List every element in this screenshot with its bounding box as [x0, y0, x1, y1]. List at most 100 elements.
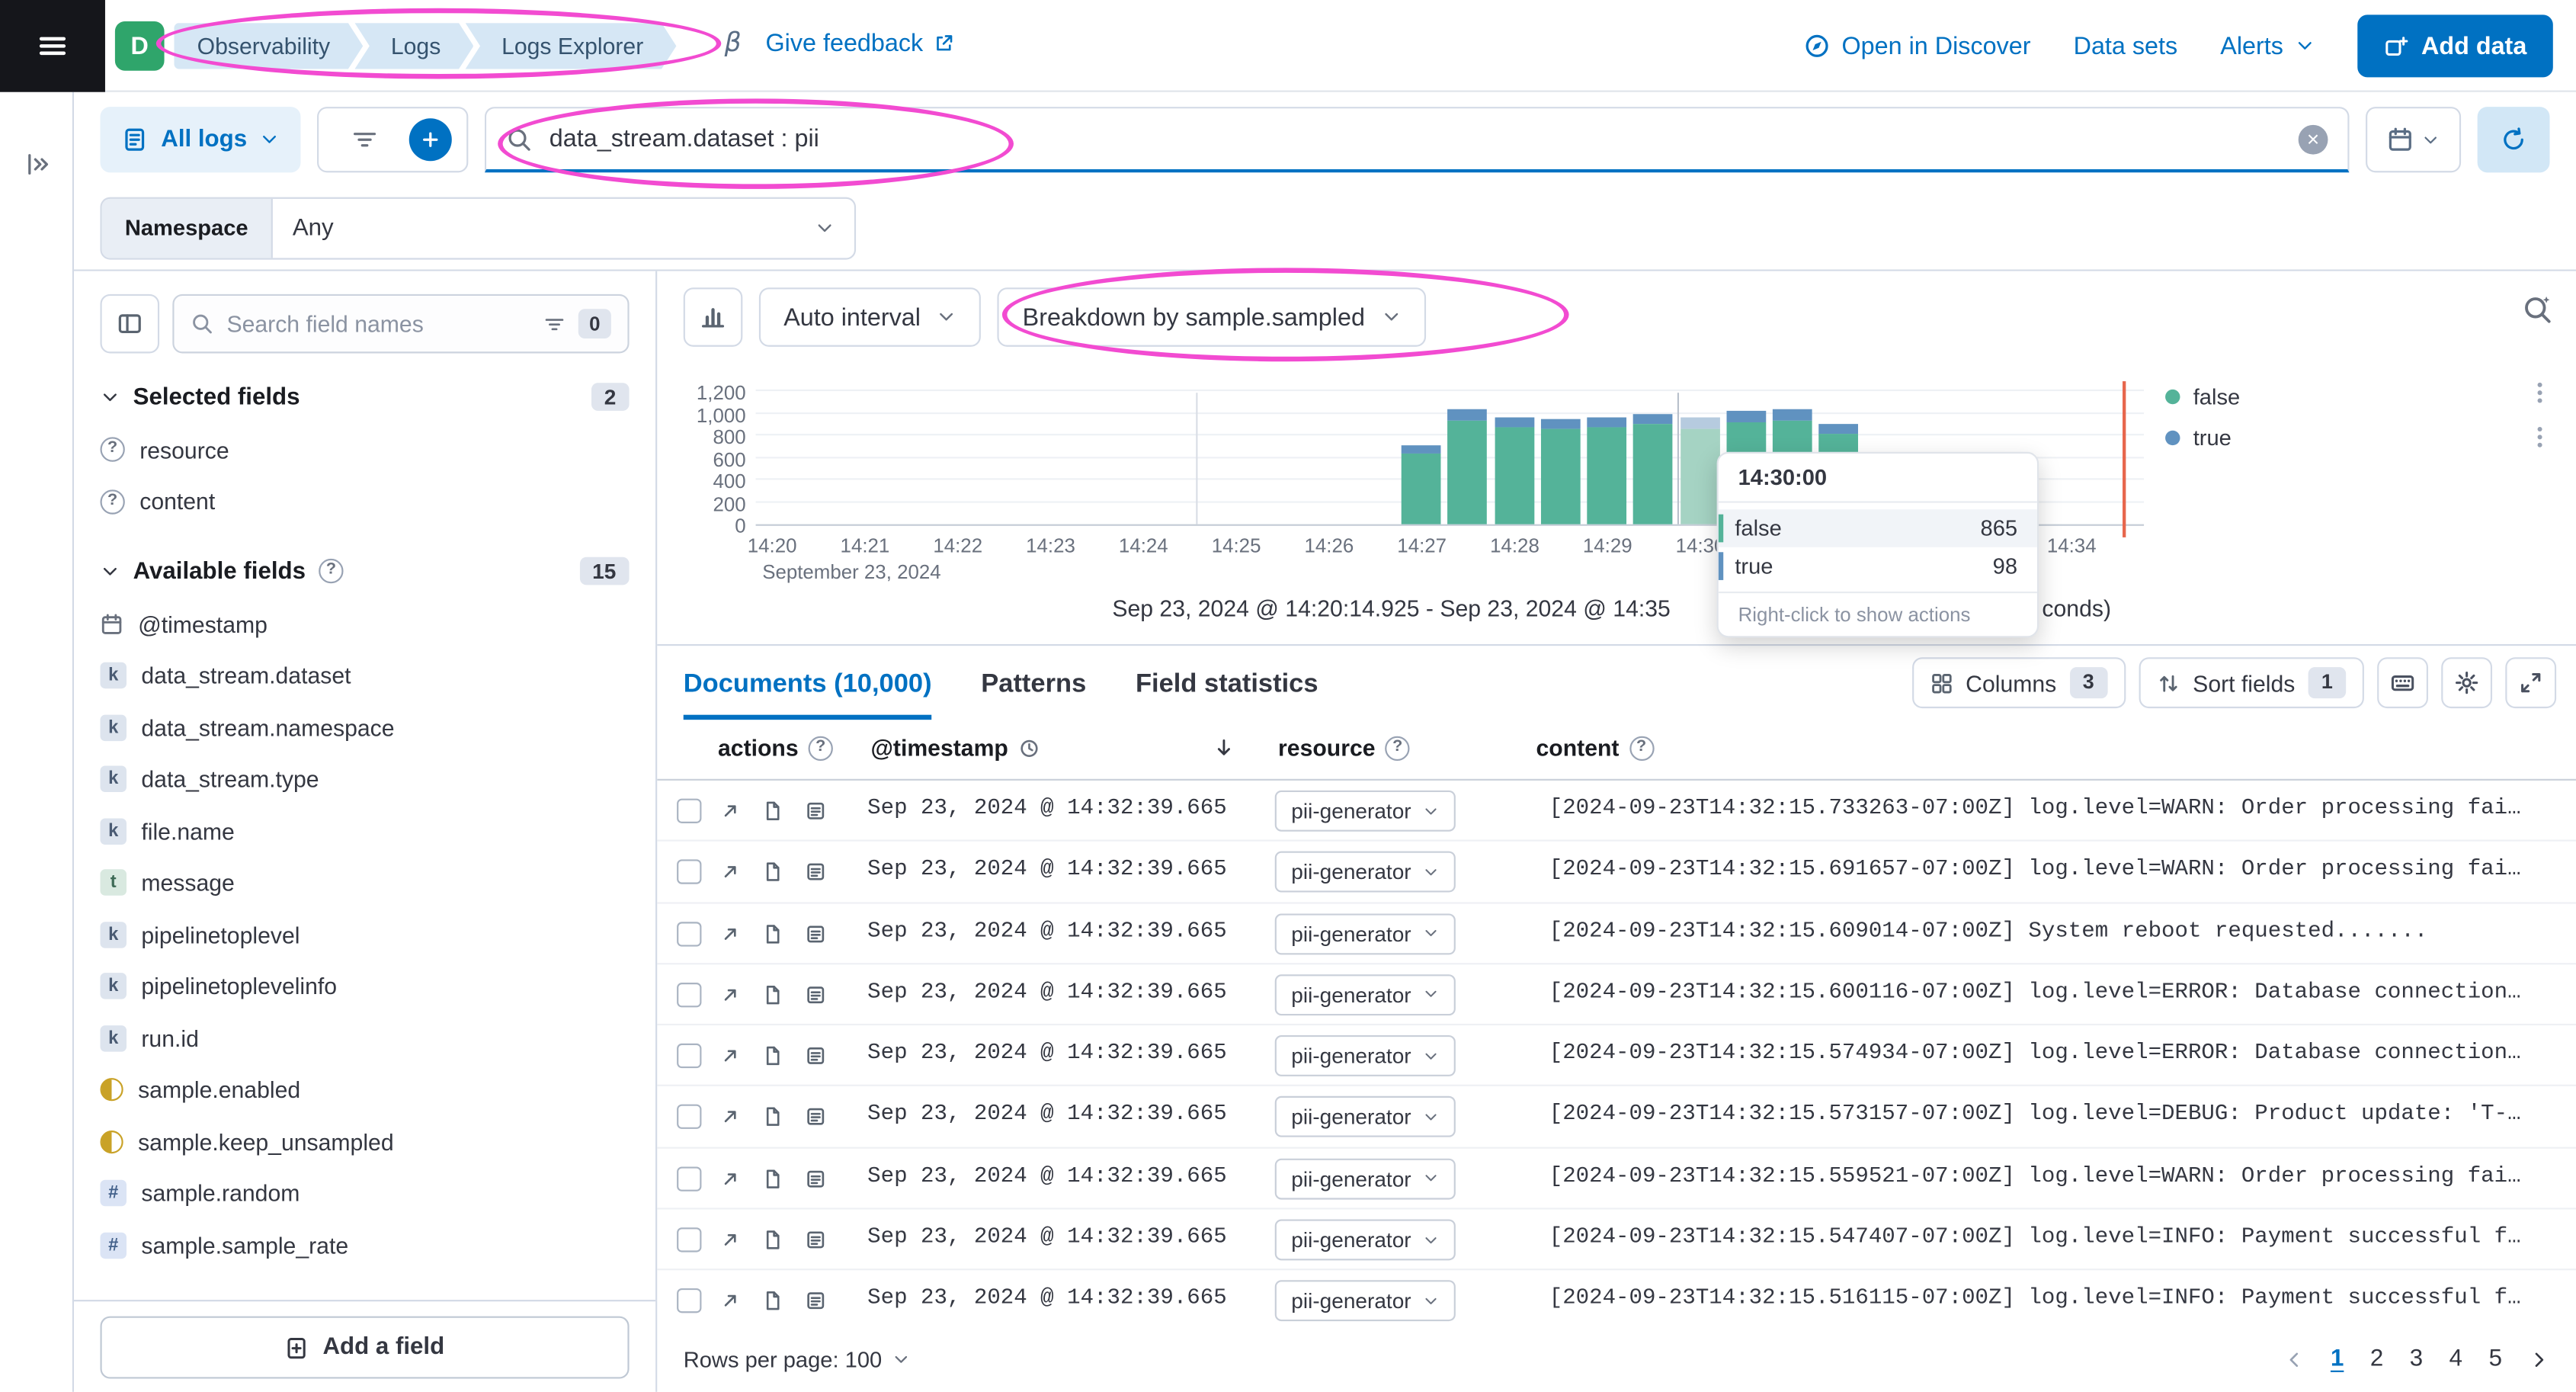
- resource-badge[interactable]: pii-generator: [1275, 1281, 1456, 1322]
- tab-documents-10-000[interactable]: Documents (10,000): [684, 670, 932, 720]
- histogram-bar[interactable]: [1680, 418, 1719, 524]
- expand-document-icon[interactable]: [719, 923, 741, 945]
- field-item[interactable]: krun.id: [100, 1012, 629, 1064]
- view-details-icon[interactable]: [805, 800, 826, 822]
- explore-data-button[interactable]: [2522, 294, 2553, 326]
- resource-badge[interactable]: pii-generator: [1275, 1097, 1456, 1138]
- refresh-button[interactable]: [2478, 107, 2550, 172]
- give-feedback-link[interactable]: Give feedback: [766, 30, 955, 58]
- alerts-menu[interactable]: Alerts: [2220, 32, 2315, 60]
- interval-select[interactable]: Auto interval: [759, 287, 982, 347]
- degraded-doc-icon[interactable]: [762, 1230, 783, 1251]
- degraded-doc-icon[interactable]: [762, 984, 783, 1006]
- available-fields-header[interactable]: Available fields ? 15: [100, 557, 629, 585]
- next-page-button[interactable]: [2528, 1349, 2549, 1370]
- clear-query-button[interactable]: ×: [2299, 124, 2328, 154]
- column-header-content[interactable]: content?: [1536, 735, 1653, 761]
- row-checkbox[interactable]: [677, 983, 701, 1007]
- chart-options-button[interactable]: [684, 287, 743, 347]
- histogram-bar[interactable]: [1587, 417, 1626, 524]
- field-item[interactable]: kpipelinetoplevelinfo: [100, 961, 629, 1012]
- expand-document-icon[interactable]: [719, 861, 741, 883]
- keyboard-shortcuts-button[interactable]: [2377, 657, 2428, 708]
- degraded-doc-icon[interactable]: [762, 1045, 783, 1066]
- expand-nav-button[interactable]: [14, 141, 60, 187]
- main-menu-button[interactable]: [0, 0, 105, 92]
- resource-badge[interactable]: pii-generator: [1275, 1035, 1456, 1076]
- field-search[interactable]: 0: [172, 294, 629, 354]
- histogram-bar[interactable]: [1402, 445, 1441, 524]
- degraded-doc-icon[interactable]: [762, 861, 783, 883]
- add-field-button[interactable]: Add a field: [100, 1317, 629, 1379]
- field-item[interactable]: kfile.name: [100, 805, 629, 857]
- row-checkbox[interactable]: [677, 921, 701, 945]
- degraded-doc-icon[interactable]: [762, 1107, 783, 1128]
- data-view-picker[interactable]: All logs: [100, 107, 301, 172]
- histogram-bar[interactable]: [1495, 417, 1534, 524]
- field-item[interactable]: sample.enabled: [100, 1064, 629, 1116]
- view-details-icon[interactable]: [805, 1045, 826, 1066]
- page-button-3[interactable]: 3: [2410, 1345, 2423, 1371]
- query-input[interactable]: data_stream.dataset : pii: [549, 125, 2282, 153]
- view-details-icon[interactable]: [805, 1107, 826, 1128]
- column-header-timestamp[interactable]: @timestamp: [870, 735, 1039, 761]
- document-row[interactable]: Sep 23, 2024 @ 14:32:39.665pii-generator…: [657, 1210, 2576, 1271]
- query-bar[interactable]: data_stream.dataset : pii ×: [485, 107, 2350, 172]
- expand-document-icon[interactable]: [719, 1230, 741, 1251]
- legend-options-icon[interactable]: [2526, 380, 2552, 406]
- rows-per-page-select[interactable]: Rows per page: 100: [684, 1347, 910, 1371]
- page-button-2[interactable]: 2: [2370, 1345, 2383, 1371]
- page-button-1[interactable]: 1: [2331, 1345, 2344, 1371]
- view-details-icon[interactable]: [805, 861, 826, 883]
- data-sets-link[interactable]: Data sets: [2074, 32, 2178, 60]
- column-header-resource[interactable]: resource?: [1278, 735, 1410, 761]
- expand-document-icon[interactable]: [719, 1045, 741, 1066]
- document-row[interactable]: Sep 23, 2024 @ 14:32:39.665pii-generator…: [657, 1148, 2576, 1209]
- row-checkbox[interactable]: [677, 860, 701, 884]
- field-item[interactable]: kdata_stream.dataset: [100, 650, 629, 702]
- document-row[interactable]: Sep 23, 2024 @ 14:32:39.665pii-generator…: [657, 1087, 2576, 1148]
- previous-page-button[interactable]: [2283, 1349, 2304, 1370]
- field-item[interactable]: tmessage: [100, 857, 629, 909]
- fields-panel-toggle-button[interactable]: [100, 294, 159, 354]
- document-row[interactable]: Sep 23, 2024 @ 14:32:39.665pii-generator…: [657, 1271, 2576, 1326]
- namespace-filter[interactable]: Namespace Any: [100, 197, 856, 260]
- expand-document-icon[interactable]: [719, 1107, 741, 1128]
- expand-document-icon[interactable]: [719, 1168, 741, 1189]
- resource-badge[interactable]: pii-generator: [1275, 1220, 1456, 1261]
- expand-document-icon[interactable]: [719, 1291, 741, 1312]
- document-row[interactable]: Sep 23, 2024 @ 14:32:39.665pii-generator…: [657, 842, 2576, 903]
- resource-badge[interactable]: pii-generator: [1275, 913, 1456, 954]
- add-data-button[interactable]: Add data: [2357, 14, 2553, 77]
- field-item[interactable]: sample.keep_unsampled: [100, 1116, 629, 1168]
- view-details-icon[interactable]: [805, 1291, 826, 1312]
- legend-options-icon[interactable]: [2526, 424, 2552, 450]
- space-avatar[interactable]: D: [115, 21, 165, 71]
- degraded-doc-icon[interactable]: [762, 800, 783, 822]
- document-row[interactable]: Sep 23, 2024 @ 14:32:39.665pii-generator…: [657, 964, 2576, 1025]
- field-item[interactable]: @timestamp: [100, 598, 629, 650]
- field-item[interactable]: kpipelinetoplevel: [100, 909, 629, 961]
- tab-patterns[interactable]: Patterns: [981, 670, 1086, 720]
- row-checkbox[interactable]: [677, 799, 701, 823]
- legend-item-true[interactable]: true: [2165, 425, 2240, 450]
- histogram-bar[interactable]: [1633, 414, 1673, 524]
- tab-field-statistics[interactable]: Field statistics: [1136, 670, 1318, 720]
- page-button-5[interactable]: 5: [2489, 1345, 2502, 1371]
- page-button-4[interactable]: 4: [2449, 1345, 2462, 1371]
- field-search-input[interactable]: [226, 310, 530, 336]
- breadcrumb-item[interactable]: Observability: [174, 23, 363, 69]
- legend-item-false[interactable]: false: [2165, 384, 2240, 409]
- open-in-discover-link[interactable]: Open in Discover: [1804, 32, 2031, 60]
- date-picker-button[interactable]: [2366, 107, 2461, 172]
- sort-fields-button[interactable]: Sort fields1: [2139, 657, 2364, 708]
- breadcrumb-item[interactable]: Logs: [354, 23, 473, 69]
- row-checkbox[interactable]: [677, 1227, 701, 1252]
- view-details-icon[interactable]: [805, 1168, 826, 1189]
- view-details-icon[interactable]: [805, 923, 826, 945]
- degraded-doc-icon[interactable]: [762, 1291, 783, 1312]
- expand-document-icon[interactable]: [719, 984, 741, 1006]
- expand-document-icon[interactable]: [719, 800, 741, 822]
- field-item[interactable]: #sample.random: [100, 1168, 629, 1220]
- resource-badge[interactable]: pii-generator: [1275, 791, 1456, 832]
